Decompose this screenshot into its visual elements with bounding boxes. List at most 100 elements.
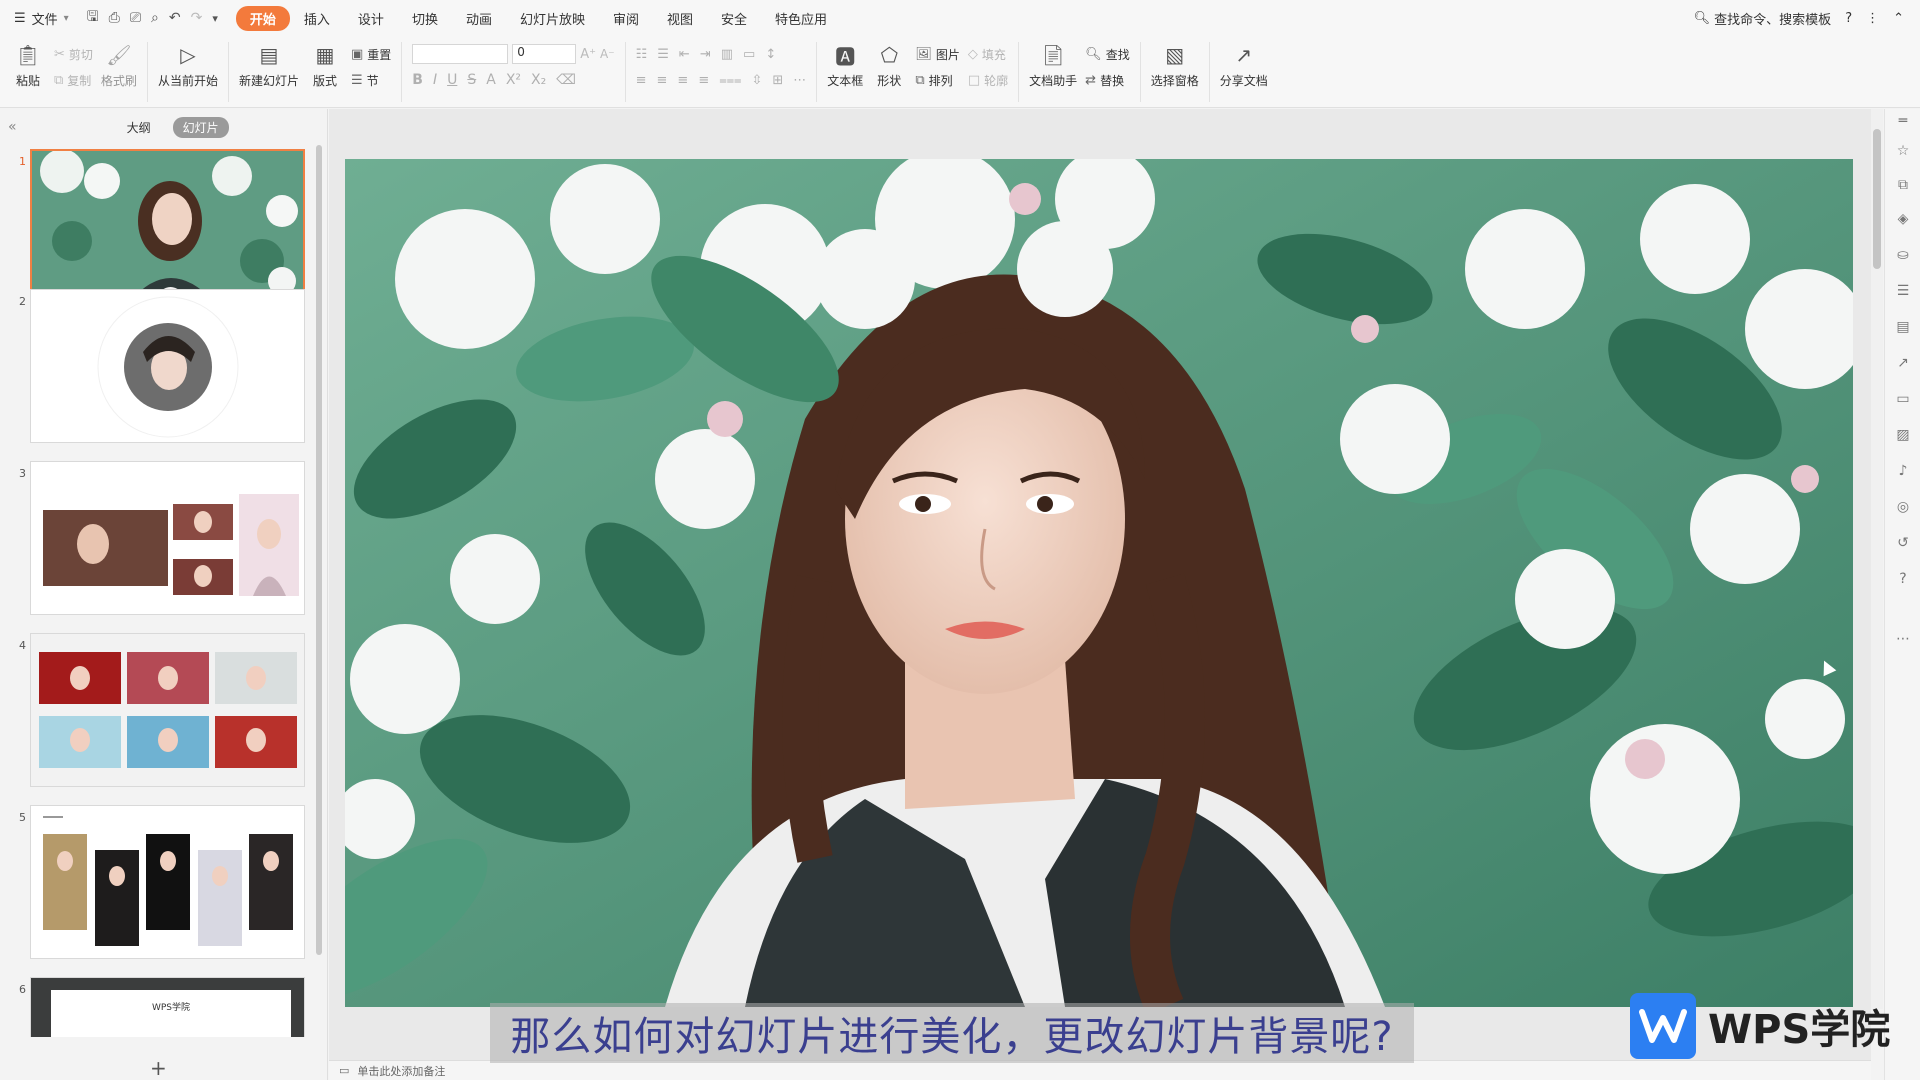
file-menu[interactable]: ☰ 文件 ▾ (0, 9, 79, 28)
tab-special-apps[interactable]: 特色应用 (761, 6, 841, 31)
select-pane-button[interactable]: ▧ 选择窗格 (1151, 42, 1199, 89)
current-slide[interactable] (345, 159, 1853, 1007)
section-button[interactable]: ☰ 节 (351, 70, 391, 90)
redo-icon[interactable]: ↷ (191, 10, 203, 26)
slide-thumb-4[interactable]: 4 (0, 633, 318, 789)
cut-button[interactable]: ✂ 剪切 (54, 44, 93, 64)
textbox-button[interactable]: 🅰︎ 文本框 (827, 42, 863, 89)
columns-icon[interactable]: ▥ (721, 47, 733, 62)
customize-qa-icon[interactable]: ▾ (212, 12, 218, 25)
tab-slideshow[interactable]: 幻灯片放映 (506, 6, 599, 31)
align-center-icon[interactable]: ≡ (657, 73, 668, 88)
layout-button[interactable]: ▦ 版式 (307, 42, 343, 89)
slide-thumb-5[interactable]: 5 (0, 805, 318, 961)
paragraph-settings-icon[interactable]: ⋯ (793, 73, 806, 88)
tab-design[interactable]: 设计 (344, 6, 398, 31)
notes-area[interactable]: ▭ 单击此处添加备注 (329, 1060, 1871, 1080)
text-direction-icon[interactable]: ▭ (743, 47, 755, 62)
copy-format-icon[interactable]: ▤ (1893, 317, 1913, 337)
help-icon[interactable]: ? (1845, 11, 1852, 26)
increase-indent-icon[interactable]: ⇥ (700, 47, 711, 62)
tab-security[interactable]: 安全 (707, 6, 761, 31)
add-slide-icon[interactable]: + (150, 1056, 167, 1080)
shape-button[interactable]: ⬠ 形状 (871, 42, 907, 89)
italic-icon[interactable]: I (433, 72, 437, 88)
more-options-icon[interactable]: ⋮ (1866, 11, 1879, 26)
tab-outline[interactable]: 大纲 (117, 117, 161, 138)
font-name-select[interactable] (412, 44, 509, 64)
slide-thumb-1[interactable]: 1 (0, 149, 318, 305)
tab-transition[interactable]: 切换 (398, 6, 452, 31)
underline-icon[interactable]: U (447, 72, 457, 88)
align-right-icon[interactable]: ≡ (677, 73, 688, 88)
paste-button[interactable]: 📋︎ 粘贴 (10, 42, 46, 89)
justify-icon[interactable]: ≡ (698, 73, 709, 88)
clear-format-icon[interactable]: ⌫ (556, 72, 576, 88)
collapse-ribbon-icon[interactable]: ⌃ (1893, 11, 1904, 26)
line-spacing-icon[interactable]: ↕ (765, 47, 776, 62)
slide-editor-canvas[interactable] (329, 109, 1871, 1060)
more-icon[interactable]: ⋯ (1893, 629, 1913, 649)
align-left-icon[interactable]: ≡ (636, 73, 647, 88)
settings-sliders-icon[interactable]: ☰ (1893, 281, 1913, 301)
vertical-align-icon[interactable]: ⇳ (751, 73, 762, 88)
collapse-sidebar-icon[interactable]: ═ (1893, 111, 1913, 131)
distribute-icon[interactable]: ⩶ (719, 73, 741, 88)
tab-view[interactable]: 视图 (653, 6, 707, 31)
numbering-icon[interactable]: ☰ (657, 47, 669, 62)
format-painter-button[interactable]: 🖌︎ 格式刷 (101, 42, 137, 89)
audio-icon[interactable]: ♪ (1893, 461, 1913, 481)
font-color-icon[interactable]: A (486, 72, 496, 88)
subscript-icon[interactable]: X₂ (531, 72, 546, 88)
export-icon[interactable]: ↗ (1893, 353, 1913, 373)
new-slide-button[interactable]: ▤ 新建幻灯片 (239, 42, 299, 89)
target-icon[interactable]: ◎ (1893, 497, 1913, 517)
grow-font-icon[interactable]: A⁺ (580, 47, 596, 62)
outline-button[interactable]: □ 轮廓 (968, 70, 1008, 90)
archive-icon[interactable]: ▭ (1893, 389, 1913, 409)
tab-insert[interactable]: 插入 (290, 6, 344, 31)
canvas-scrollbar[interactable] (1871, 109, 1883, 1009)
doc-helper-button[interactable]: 📄︎ 文档助手 (1029, 42, 1077, 89)
thumbnail-scrollbar[interactable] (316, 145, 322, 955)
picture-button[interactable]: 🖼︎ 图片 (915, 44, 960, 64)
arrange-button[interactable]: ⧉ 排列 (915, 70, 960, 90)
play-from-current-button[interactable]: ▷ 从当前开始 (158, 42, 218, 89)
superscript-icon[interactable]: X² (506, 72, 521, 88)
replace-button[interactable]: ⇄ 替换 (1085, 70, 1130, 90)
command-search[interactable]: 🔍︎ 查找命令、搜索模板 (1694, 9, 1832, 28)
image-icon[interactable]: ▨ (1893, 425, 1913, 445)
smart-art-icon[interactable]: ⊞ (772, 73, 783, 88)
decrease-indent-icon[interactable]: ⇤ (679, 47, 690, 62)
strikethrough-icon[interactable]: S (467, 72, 476, 88)
bold-icon[interactable]: B (412, 72, 423, 88)
fill-bucket-icon[interactable]: ⛀ (1893, 245, 1913, 265)
shrink-font-icon[interactable]: A⁻ (600, 47, 615, 61)
share-doc-button[interactable]: ↗ 分享文档 (1220, 42, 1268, 89)
tab-slides[interactable]: 幻灯片 (172, 116, 229, 138)
slide-thumb-2[interactable]: 2 (0, 289, 318, 445)
reset-button[interactable]: ▣ 重置 (351, 44, 391, 64)
shape-effects-icon[interactable]: ◈ (1893, 209, 1913, 229)
help-circle-icon[interactable]: ? (1893, 569, 1913, 589)
collapse-pane-icon[interactable]: « (8, 119, 17, 135)
slide-thumb-3[interactable]: 3 (0, 461, 318, 617)
tab-review[interactable]: 审阅 (599, 6, 653, 31)
undo-icon[interactable]: ↶ (169, 10, 181, 26)
print-icon[interactable]: ⎚ (130, 10, 141, 26)
font-size-select[interactable]: 0 (512, 44, 577, 64)
history-icon[interactable]: ↺ (1893, 533, 1913, 553)
find-button[interactable]: 🔍︎ 查找 (1085, 44, 1130, 64)
print-preview-icon[interactable]: ⌕ (151, 10, 159, 26)
save-icon[interactable]: 🖫 (87, 6, 99, 30)
star-icon[interactable]: ☆ (1893, 141, 1913, 161)
tab-home[interactable]: 开始 (235, 5, 290, 31)
tab-animation[interactable]: 动画 (452, 6, 506, 31)
export-pdf-icon[interactable]: ⎙ (109, 10, 120, 26)
canvas-scrollbar-thumb[interactable] (1873, 129, 1881, 269)
fill-button[interactable]: ◇ 填充 (968, 44, 1008, 64)
slide-thumb-6[interactable]: 6 WPS学院 (0, 977, 318, 1037)
bullets-icon[interactable]: ☷ (636, 47, 648, 62)
copy-button[interactable]: ⧉ 复制 (54, 70, 93, 90)
layers-icon[interactable]: ⧉ (1893, 175, 1913, 195)
